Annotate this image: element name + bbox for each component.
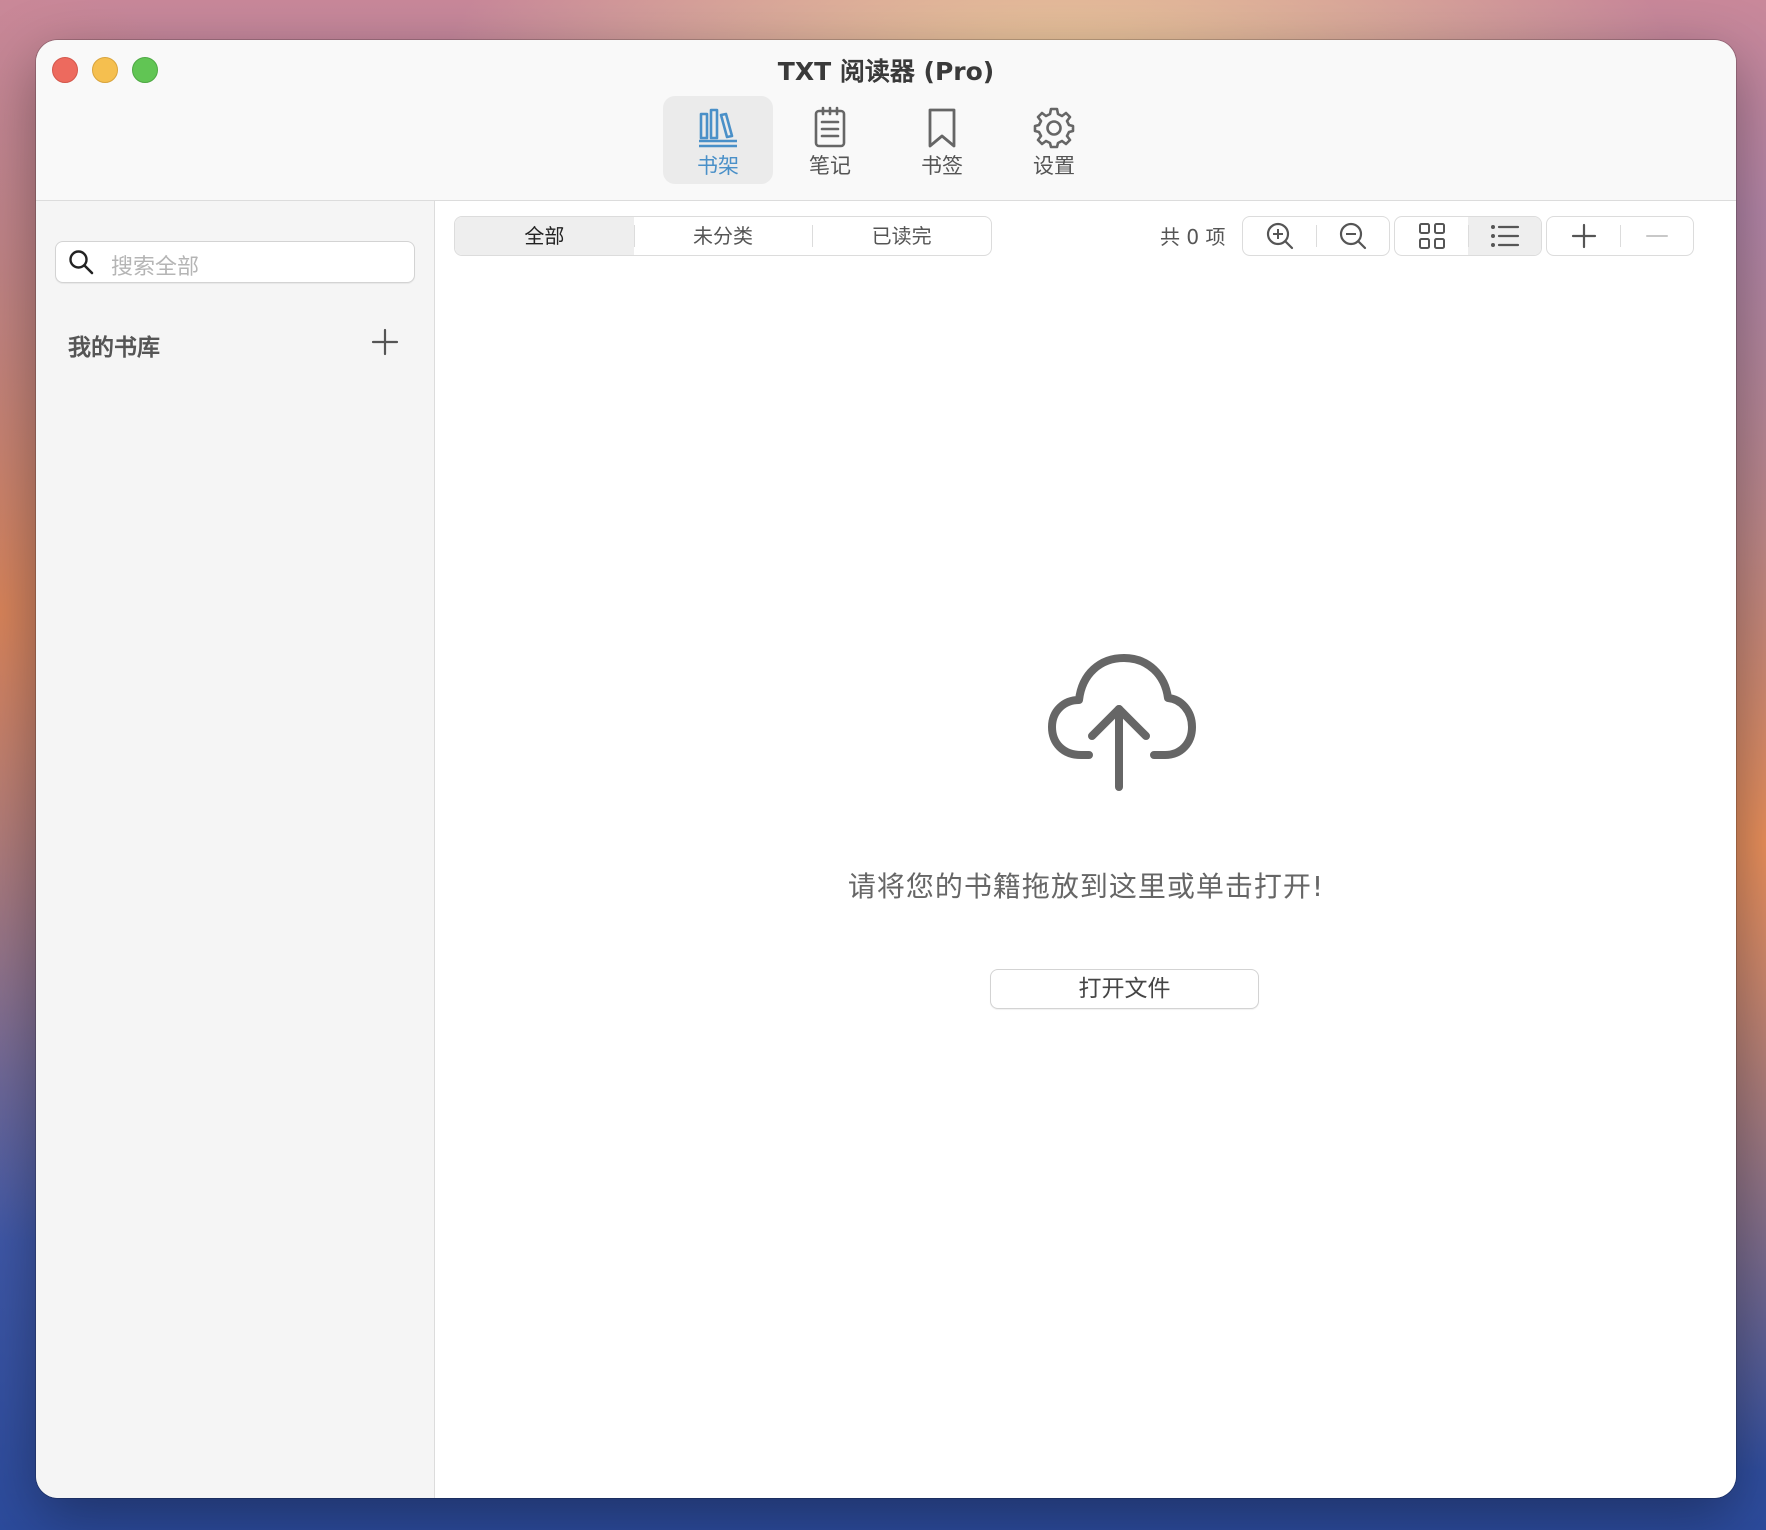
bookshelf-icon bbox=[699, 108, 737, 148]
app-window: TXT 阅读器 (Pro) 书架 笔记 书签 设置 搜索全部 我的书库 全部 未… bbox=[36, 40, 1736, 1498]
sidebar: 搜索全部 我的书库 bbox=[36, 201, 435, 1498]
toolbar-item-settings[interactable]: 设置 bbox=[999, 96, 1109, 184]
toolbar-label-bookshelf: 书架 bbox=[697, 154, 739, 178]
add-library-icon[interactable] bbox=[370, 327, 400, 357]
zoom-out-icon bbox=[1339, 222, 1366, 250]
toolbar-label-settings: 设置 bbox=[1033, 154, 1075, 178]
search-placeholder: 搜索全部 bbox=[111, 255, 200, 280]
plus-icon bbox=[1571, 223, 1596, 249]
list-view-icon bbox=[1490, 225, 1519, 247]
zoom-out-button[interactable] bbox=[1316, 217, 1389, 255]
open-file-button[interactable]: 打开文件 bbox=[990, 969, 1259, 1009]
main-content: 全部 未分类 已读完 共 0 项 请将您的书籍拖放到这里或单击打开! 打开文件 bbox=[435, 201, 1736, 1498]
bookmark-icon bbox=[928, 108, 956, 148]
grid-view-button[interactable] bbox=[1395, 217, 1468, 255]
gear-icon bbox=[1033, 107, 1075, 149]
zoom-in-button[interactable] bbox=[1243, 217, 1316, 255]
toolbar-label-bookmarks: 书签 bbox=[921, 154, 963, 178]
tab-uncategorized[interactable]: 未分类 bbox=[633, 217, 813, 255]
title-bar: TXT 阅读器 (Pro) 书架 笔记 书签 设置 bbox=[36, 40, 1736, 201]
list-view-button[interactable] bbox=[1468, 217, 1541, 255]
tab-finished[interactable]: 已读完 bbox=[812, 217, 991, 255]
library-section-title: 我的书库 bbox=[68, 335, 160, 361]
window-title: TXT 阅读器 (Pro) bbox=[777, 57, 995, 86]
remove-button[interactable] bbox=[1620, 217, 1693, 255]
toolbar-item-notes[interactable]: 笔记 bbox=[775, 96, 885, 184]
minus-icon bbox=[1645, 235, 1668, 237]
notes-icon bbox=[814, 106, 846, 148]
grid-view-icon bbox=[1418, 223, 1445, 249]
toolbar-item-bookmarks[interactable]: 书签 bbox=[887, 96, 997, 184]
cloud-upload-icon[interactable] bbox=[1047, 651, 1197, 791]
search-field[interactable]: 搜索全部 bbox=[55, 241, 415, 283]
toolbar-label-notes: 笔记 bbox=[809, 154, 851, 178]
add-remove-controls bbox=[1546, 216, 1694, 256]
tab-all[interactable]: 全部 bbox=[455, 217, 634, 255]
item-count: 共 0 项 bbox=[1160, 225, 1226, 249]
toolbar-item-bookshelf[interactable]: 书架 bbox=[663, 96, 773, 184]
zoom-in-icon bbox=[1266, 222, 1293, 250]
zoom-controls bbox=[1242, 216, 1390, 256]
search-icon bbox=[69, 250, 94, 275]
filter-tabs: 全部 未分类 已读完 bbox=[454, 216, 992, 256]
add-button[interactable] bbox=[1547, 217, 1620, 255]
empty-state-message: 请将您的书籍拖放到这里或单击打开! bbox=[847, 870, 1325, 903]
view-mode-controls bbox=[1394, 216, 1542, 256]
